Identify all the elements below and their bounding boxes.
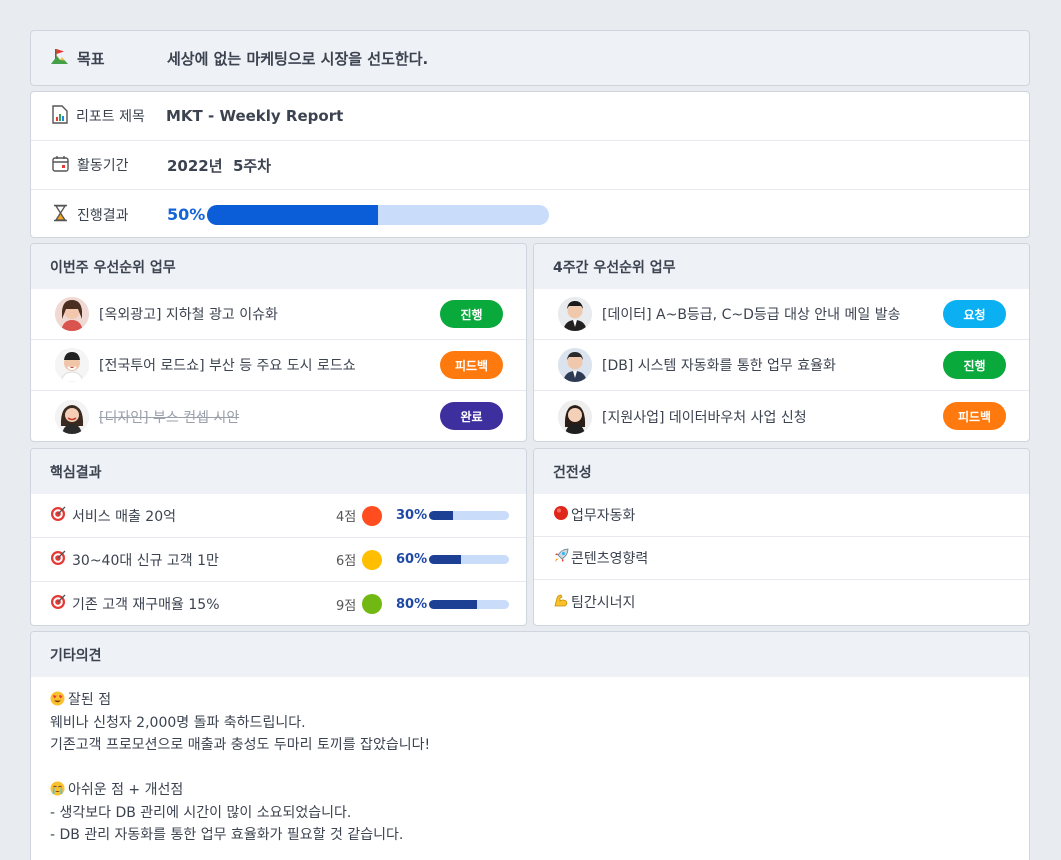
report-title-label: 리포트 제목 bbox=[76, 109, 145, 125]
goal-label: 목표 bbox=[77, 49, 105, 68]
task-row[interactable]: [전국투어 로드쇼] 부산 등 주요 도시 로드쇼 피드백 bbox=[31, 340, 526, 391]
report-title-value: MKT - Weekly Report bbox=[166, 107, 344, 125]
key-result-percent: 80% bbox=[396, 596, 428, 612]
key-result-percent: 30% bbox=[396, 508, 428, 523]
task-row[interactable]: [디자인] 부스 컨셉 시안 완료 bbox=[31, 391, 526, 441]
task-text: [지원사업] 데이터바우처 사업 신청 bbox=[602, 409, 807, 426]
target-icon bbox=[50, 506, 66, 526]
status-badge[interactable]: 피드백 bbox=[440, 351, 503, 379]
task-text: [DB] 시스템 자동화를 통한 업무 효율화 bbox=[602, 358, 836, 374]
report-info-card: 리포트 제목 MKT - Weekly Report 활동기간 2022년 5주… bbox=[30, 91, 1030, 238]
other-opinions-body: 잘된 점 웨비나 신청자 2,000명 돌파 축하드립니다. 기존고객 프로모션… bbox=[31, 677, 1029, 859]
health-title: 건전성 bbox=[534, 449, 1029, 494]
progress-bar-fill bbox=[207, 204, 378, 225]
key-result-row: 30~40대 신규 고객 1만 6점 60% bbox=[31, 538, 526, 582]
task-row[interactable]: [DB] 시스템 자동화를 통한 업무 효율화 진행 bbox=[534, 340, 1029, 391]
task-row[interactable]: [옥외광고] 지하철 광고 이슈화 진행 bbox=[31, 289, 526, 340]
status-badge[interactable]: 피드백 bbox=[943, 402, 1006, 430]
flexed-arm-icon bbox=[553, 592, 569, 612]
key-result-row: 기존 고객 재구매율 15% 9점 80% bbox=[31, 582, 526, 625]
flag-icon bbox=[51, 47, 69, 69]
activity-period-value: 2022년 5주차 bbox=[167, 156, 272, 175]
opinion-line: - 생각보다 DB 관리에 시간이 많이 소요되었습니다. bbox=[50, 804, 352, 821]
health-row: 콘텐츠영향력 bbox=[534, 537, 1029, 580]
opinion-line: 잘된 점 bbox=[50, 689, 1010, 712]
key-result-text: 기존 고객 재구매율 15% bbox=[72, 597, 220, 613]
health-card: 건전성 업무자동화 콘텐츠영향력 팀간시너지 bbox=[533, 448, 1030, 626]
opinion-line: 웨비나 신청자 2,000명 돌파 축하드립니다. bbox=[50, 714, 306, 731]
this-week-title: 이번주 우선순위 업무 bbox=[31, 244, 526, 289]
progress-label: 진행결과 bbox=[77, 207, 129, 224]
red-circle-icon bbox=[553, 505, 569, 525]
task-text: [데이터] A~B등급, C~D등급 대상 안내 메일 발송 bbox=[602, 307, 901, 323]
four-week-title: 4주간 우선순위 업무 bbox=[534, 244, 1029, 289]
score-dot bbox=[362, 505, 382, 526]
goal-text: 세상에 없는 마케팅으로 시장을 선도한다. bbox=[167, 49, 429, 68]
crying-face-icon bbox=[50, 781, 68, 798]
progress-bar bbox=[207, 204, 549, 225]
health-row: 팀간시너지 bbox=[534, 580, 1029, 623]
avatar bbox=[558, 297, 592, 331]
key-result-bar-fill bbox=[429, 555, 461, 564]
score-dot bbox=[362, 549, 382, 570]
task-text: [전국투어 로드쇼] 부산 등 주요 도시 로드쇼 bbox=[99, 358, 356, 374]
health-row: 업무자동화 bbox=[534, 494, 1029, 537]
other-opinions-title: 기타의견 bbox=[31, 632, 1029, 677]
avatar bbox=[558, 399, 592, 434]
report-title-row: 리포트 제목 MKT - Weekly Report bbox=[31, 92, 1029, 141]
key-results-title: 핵심결과 bbox=[31, 449, 526, 494]
opinion-line: - DB 관리 자동화를 통한 업무 효율화가 필요할 것 같습니다. bbox=[50, 827, 404, 843]
calendar-icon bbox=[52, 155, 69, 176]
task-text: [디자인] 부스 컨셉 시안 bbox=[99, 409, 240, 426]
score-dot bbox=[362, 594, 382, 614]
target-icon bbox=[50, 594, 66, 614]
target-icon bbox=[50, 550, 66, 570]
key-result-bar bbox=[429, 511, 509, 520]
key-result-score: 9점 bbox=[336, 598, 357, 614]
key-result-text: 서비스 매출 20억 bbox=[72, 508, 176, 525]
task-row[interactable]: [데이터] A~B등급, C~D등급 대상 안내 메일 발송 요청 bbox=[534, 289, 1029, 340]
status-badge[interactable]: 완료 bbox=[440, 402, 503, 430]
activity-period-label: 활동기간 bbox=[77, 158, 129, 174]
rocket-icon bbox=[553, 548, 569, 568]
status-badge[interactable]: 진행 bbox=[440, 300, 503, 328]
key-result-bar-fill bbox=[429, 511, 453, 520]
task-row[interactable]: [지원사업] 데이터바우처 사업 신청 피드백 bbox=[534, 391, 1029, 441]
health-text: 업무자동화 bbox=[571, 508, 636, 524]
key-result-row: 서비스 매출 20억 4점 30% bbox=[31, 494, 526, 538]
goal-banner: 목표 세상에 없는 마케팅으로 시장을 선도한다. bbox=[30, 30, 1030, 86]
key-result-bar bbox=[429, 555, 509, 564]
opinion-line bbox=[50, 757, 1010, 780]
smiling-heart-eyes-icon bbox=[50, 691, 68, 708]
key-result-score: 4점 bbox=[336, 510, 357, 525]
other-opinions-card: 기타의견 잘된 점 웨비나 신청자 2,000명 돌파 축하드립니다. 기존고객… bbox=[30, 631, 1030, 860]
key-result-text: 30~40대 신규 고객 1만 bbox=[72, 552, 219, 569]
avatar bbox=[558, 348, 592, 382]
avatar bbox=[55, 348, 89, 382]
opinion-line: 아쉬운 점 + 개선점 bbox=[50, 779, 1010, 802]
progress-row: 진행결과 50% bbox=[31, 190, 1029, 237]
health-text: 팀간시너지 bbox=[571, 594, 636, 611]
status-badge[interactable]: 진행 bbox=[943, 351, 1006, 379]
avatar bbox=[55, 399, 89, 434]
key-result-score: 6점 bbox=[336, 554, 357, 569]
key-result-bar bbox=[429, 599, 509, 609]
activity-period-row: 활동기간 2022년 5주차 bbox=[31, 141, 1029, 190]
hourglass-icon bbox=[52, 204, 69, 226]
opinion-line: 기존고객 프로모션으로 매출과 충성도 두마리 토끼를 잡았습니다! bbox=[50, 737, 431, 753]
this-week-priorities-card: 이번주 우선순위 업무 [옥외광고] 지하철 광고 이슈화 진행 [전국투어 로… bbox=[30, 243, 527, 442]
key-results-card: 핵심결과 서비스 매출 20억 4점 30% 30~40대 신규 고객 1만 6… bbox=[30, 448, 527, 626]
key-result-bar-fill bbox=[429, 599, 477, 609]
key-result-percent: 60% bbox=[396, 552, 428, 567]
status-badge[interactable]: 요청 bbox=[943, 300, 1006, 328]
task-text: [옥외광고] 지하철 광고 이슈화 bbox=[99, 307, 278, 323]
four-week-priorities-card: 4주간 우선순위 업무 [데이터] A~B등급, C~D등급 대상 안내 메일 … bbox=[533, 243, 1030, 442]
avatar bbox=[55, 297, 89, 331]
health-text: 콘텐츠영향력 bbox=[571, 551, 649, 567]
progress-percent: 50% bbox=[167, 205, 206, 224]
report-doc-icon bbox=[52, 104, 68, 128]
